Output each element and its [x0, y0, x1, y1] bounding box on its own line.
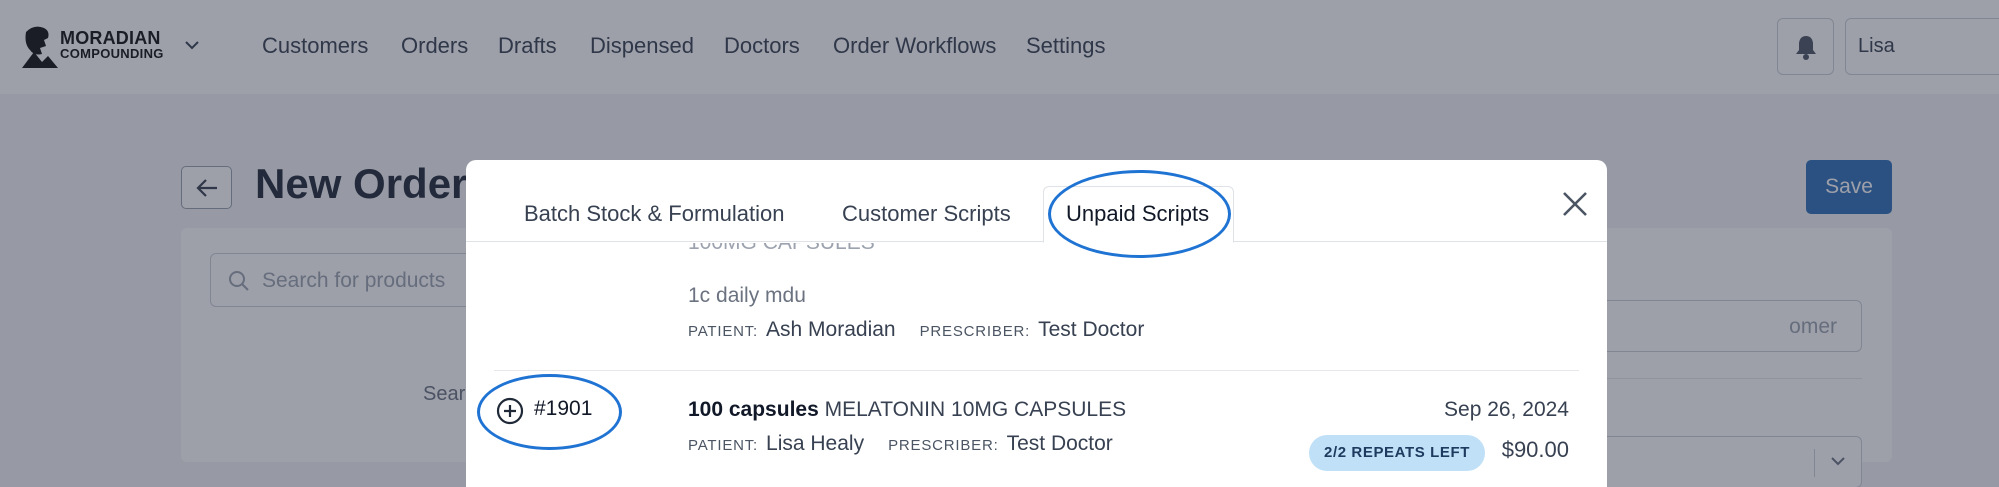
highlight-ellipse-item	[477, 374, 622, 450]
script-date: Sep 26, 2024	[1444, 398, 1569, 421]
scripts-modal: Batch Stock & Formulation Customer Scrip…	[466, 160, 1607, 487]
prescriber-label: PRESCRIBER:	[919, 323, 1031, 340]
highlight-ellipse-tab	[1048, 170, 1231, 258]
row-divider	[494, 370, 1579, 371]
prescriber-name: Test Doctor	[1006, 432, 1113, 455]
script-quantity: 100 capsules	[688, 398, 819, 421]
modal-tabs: Batch Stock & Formulation Customer Scrip…	[466, 160, 1607, 243]
prev-item-title: 100MG CAPSULES	[688, 243, 875, 255]
close-icon[interactable]	[1559, 188, 1591, 220]
patient-label: PATIENT:	[688, 323, 759, 340]
prev-item-meta: PATIENT: Ash Moradian PRESCRIBER: Test Doct…	[688, 318, 1168, 342]
script-price: $90.00	[1501, 437, 1569, 462]
script-title: 100 capsules MELATONIN 10MG CAPSULES	[688, 398, 1126, 422]
patient-name: Ash Moradian	[766, 318, 896, 341]
script-product-name: MELATONIN 10MG CAPSULES	[824, 398, 1127, 421]
prescriber-name: Test Doctor	[1038, 318, 1145, 341]
patient-name: Lisa Healy	[766, 432, 865, 455]
tab-batch-stock-formulation[interactable]: Batch Stock & Formulation	[524, 201, 784, 227]
script-meta: PATIENT: Lisa Healy PRESCRIBER: Test Doctor	[688, 432, 1137, 456]
tab-customer-scripts[interactable]: Customer Scripts	[842, 201, 1011, 227]
unpaid-scripts-list: 100MG CAPSULES 1c daily mdu PATIENT: Ash …	[466, 243, 1607, 487]
prescriber-label: PRESCRIBER:	[888, 437, 999, 454]
patient-label: PATIENT:	[688, 437, 759, 454]
repeats-badge: 2/2 REPEATS LEFT	[1309, 435, 1486, 471]
prev-item-dose: 1c daily mdu	[688, 284, 806, 307]
